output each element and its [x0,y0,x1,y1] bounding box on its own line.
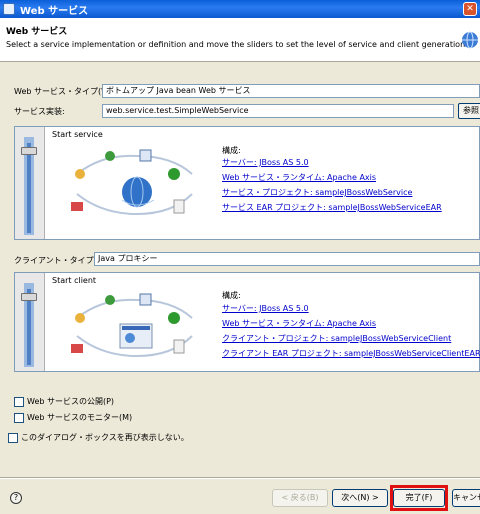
dont-show-again-checkbox[interactable]: このダイアログ・ボックスを再び表示しない。 [8,432,189,444]
service-type-value: ボトムアップ Java bean Web サービス [106,86,251,95]
monitor-service-box[interactable] [14,412,24,423]
monitor-service-label: Web サービスのモニター(M) [27,413,133,422]
back-button[interactable]: < 戻る(B) [272,489,328,507]
service-slider[interactable] [15,127,45,239]
publish-service-label: Web サービスの公開(P) [27,397,115,406]
service-impl-input[interactable]: web.service.test.SimpleWebService [102,104,454,118]
client-slider[interactable] [15,273,45,371]
client-ear-project-link[interactable]: クライアント EAR プロジェクト: sampleJBossWebService… [222,348,480,359]
service-slider-label: Start service [52,130,103,139]
close-icon[interactable]: ✕ [463,2,477,16]
footer-separator [0,477,480,479]
banner-title: Web サービス [6,27,68,37]
service-server-link[interactable]: サーバー: JBoss AS 5.0 [222,157,309,168]
app-icon [3,3,15,15]
title-bar: Web サービス ✕ [0,0,480,18]
banner-description: Select a service implementation or defin… [6,40,468,49]
service-diagram [71,149,193,216]
client-server-link[interactable]: サーバー: JBoss AS 5.0 [222,303,309,314]
monitor-service-checkbox[interactable]: Web サービスのモニター(M) [14,412,132,424]
dont-show-again-box[interactable] [8,432,18,443]
wizard-globe-icon [462,31,478,49]
service-runtime-link[interactable]: Web サービス・ランタイム: Apache Axis [222,172,376,183]
publish-service-checkbox[interactable]: Web サービスの公開(P) [14,396,114,408]
window-title: Web サービス [20,6,89,17]
publish-service-box[interactable] [14,396,24,407]
client-diagram [71,293,193,358]
finish-highlight [390,485,448,511]
client-config-heading: 構成: [222,291,241,300]
client-slider-label: Start client [52,276,97,285]
wizard-banner: Web サービス Select a service implementation… [0,18,480,62]
service-type-label: Web サービス・タイプ(W): [14,87,115,96]
dont-show-again-label: このダイアログ・ボックスを再び表示しない。 [21,433,189,442]
client-type-combo[interactable]: Java プロキシー [94,252,480,266]
service-ear-project-link[interactable]: サービス EAR プロジェクト: sampleJBossWebServiceEA… [222,202,442,213]
service-type-combo[interactable]: ボトムアップ Java bean Web サービス [102,84,480,98]
service-project-link[interactable]: サービス・プロジェクト: sampleJBossWebService [222,187,412,198]
help-icon[interactable]: ? [10,492,22,504]
client-slider-thumb[interactable] [21,293,37,301]
service-config-heading: 構成: [222,146,241,155]
client-type-value: Java プロキシー [98,254,158,263]
client-project-link[interactable]: クライアント・プロジェクト: sampleJBossWebServiceClie… [222,333,451,344]
client-runtime-link[interactable]: Web サービス・ランタイム: Apache Axis [222,318,376,329]
browse-button[interactable]: 参照 [458,103,480,119]
cancel-button[interactable]: キャンセル [452,489,480,507]
service-slider-thumb[interactable] [21,147,37,155]
next-button[interactable]: 次へ(N) > [332,489,388,507]
service-impl-label: サービス実装: [14,107,65,116]
